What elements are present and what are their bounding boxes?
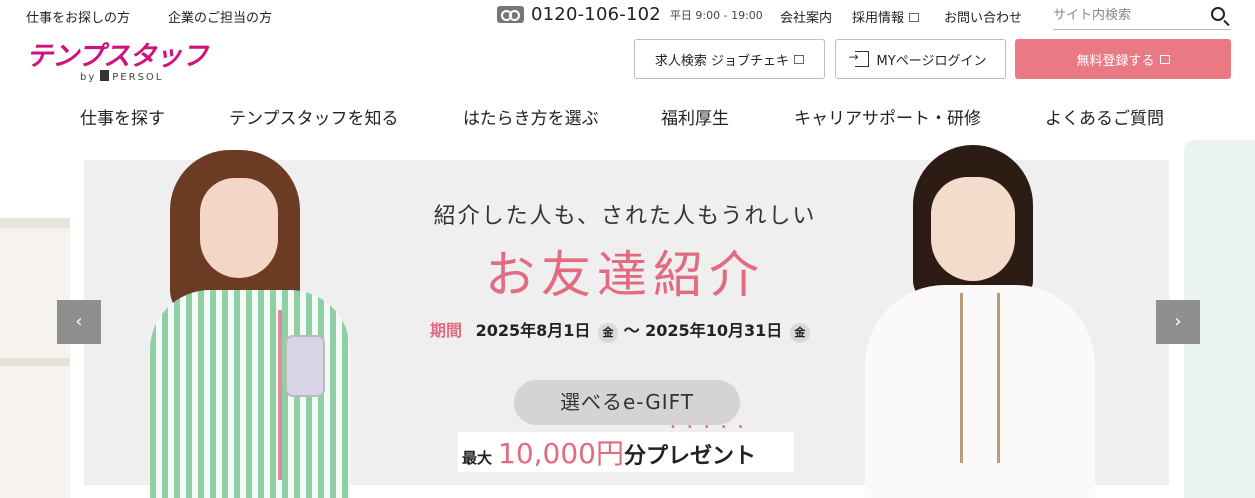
phone-hours: 平日 9:00 - 19:00 [669, 8, 763, 22]
gift-max: 最大 [462, 449, 493, 467]
nav-work-styles[interactable]: はたらき方を選ぶ [463, 104, 599, 129]
start-date: 2025年8月1日 [475, 321, 591, 340]
link-companies[interactable]: 企業のご担当の方 [168, 7, 272, 26]
main-nav: 仕事を探す テンプスタッフを知る はたらき方を選ぶ 福利厚生 キャリアサポート・… [0, 96, 1255, 132]
banner-copy: 紹介した人も、された人もうれしい お友達紹介 期間 2025年8月1日 金 ～ … [390, 140, 860, 498]
job-search-label: 求人検索 ジョブチェキ [654, 53, 790, 69]
search-icon[interactable] [1211, 7, 1225, 21]
model-photo-right [865, 145, 1095, 498]
model-photo-left [150, 150, 360, 498]
carousel-prev-button[interactable]: ‹ [57, 300, 101, 344]
carousel-next-button[interactable]: › [1156, 300, 1200, 344]
external-link-icon [1159, 54, 1170, 64]
mypage-login-button[interactable]: MYページログイン [835, 39, 1006, 79]
free-dial[interactable]: 0120-106-102 平日 9:00 - 19:00 [497, 4, 763, 25]
gift-value: 10,000円 [498, 437, 624, 470]
period-tilde: ～ [623, 321, 640, 340]
link-recruit[interactable]: 採用情報 [852, 7, 920, 26]
logo-brand: PERSOL [112, 72, 164, 83]
login-icon [849, 50, 869, 67]
gift-amount: ••••• 最大 10,000円分プレゼント [458, 422, 794, 472]
recruit-label: 採用情報 [852, 11, 905, 26]
link-company-info[interactable]: 会社案内 [780, 7, 832, 26]
nav-faq[interactable]: よくあるご質問 [1045, 104, 1164, 129]
campaign-period: 期間 2025年8月1日 金 ～ 2025年10月31日 金 [430, 317, 830, 343]
hero-carousel: 紹介した人も、された人もうれしい お友達紹介 期間 2025年8月1日 金 ～ … [0, 140, 1255, 498]
banner-lead: 紹介した人も、された人もうれしい [433, 204, 817, 229]
link-job-seekers[interactable]: 仕事をお探しの方 [26, 7, 130, 26]
end-date: 2025年10月31日 [645, 321, 783, 340]
search-input[interactable] [1053, 3, 1201, 27]
login-label: MYページログイン [876, 53, 987, 69]
egift-pill: 選べるe-GIFT [514, 380, 740, 425]
logo-wordmark: テンプスタッフ [26, 41, 208, 72]
logo-by: by [80, 72, 97, 83]
link-contact[interactable]: お問い合わせ [944, 7, 1022, 26]
gift-present: 分プレゼント [624, 444, 757, 469]
period-label: 期間 [430, 321, 463, 340]
start-dow: 金 [597, 323, 618, 343]
smartphone-icon [285, 335, 325, 397]
job-search-button[interactable]: 求人検索 ジョブチェキ [634, 39, 825, 79]
logo[interactable]: テンプスタッフ by PERSOL [26, 34, 226, 86]
site-search [1053, 3, 1231, 30]
register-label: 無料登録する [1076, 53, 1155, 69]
prev-slide-peek[interactable] [0, 218, 70, 498]
external-link-icon [909, 13, 920, 22]
nav-about[interactable]: テンプスタッフを知る [229, 104, 399, 129]
free-dial-icon [497, 6, 524, 23]
nav-find-jobs[interactable]: 仕事を探す [80, 104, 165, 129]
logo-byline: by PERSOL [80, 70, 163, 83]
end-dow: 金 [789, 323, 810, 343]
register-button[interactable]: 無料登録する [1015, 39, 1231, 79]
persol-mark-icon [100, 70, 110, 81]
top-utility-bar: 仕事をお探しの方 企業のご担当の方 0120-106-102 平日 9:00 -… [0, 0, 1255, 32]
nav-career-support[interactable]: キャリアサポート・研修 [794, 104, 981, 129]
external-link-icon [794, 54, 805, 64]
phone-number: 0120-106-102 [531, 4, 661, 25]
nav-benefits[interactable]: 福利厚生 [661, 104, 729, 129]
banner-headline: お友達紹介 [485, 246, 765, 304]
emphasis-dots: ••••• [670, 422, 755, 433]
